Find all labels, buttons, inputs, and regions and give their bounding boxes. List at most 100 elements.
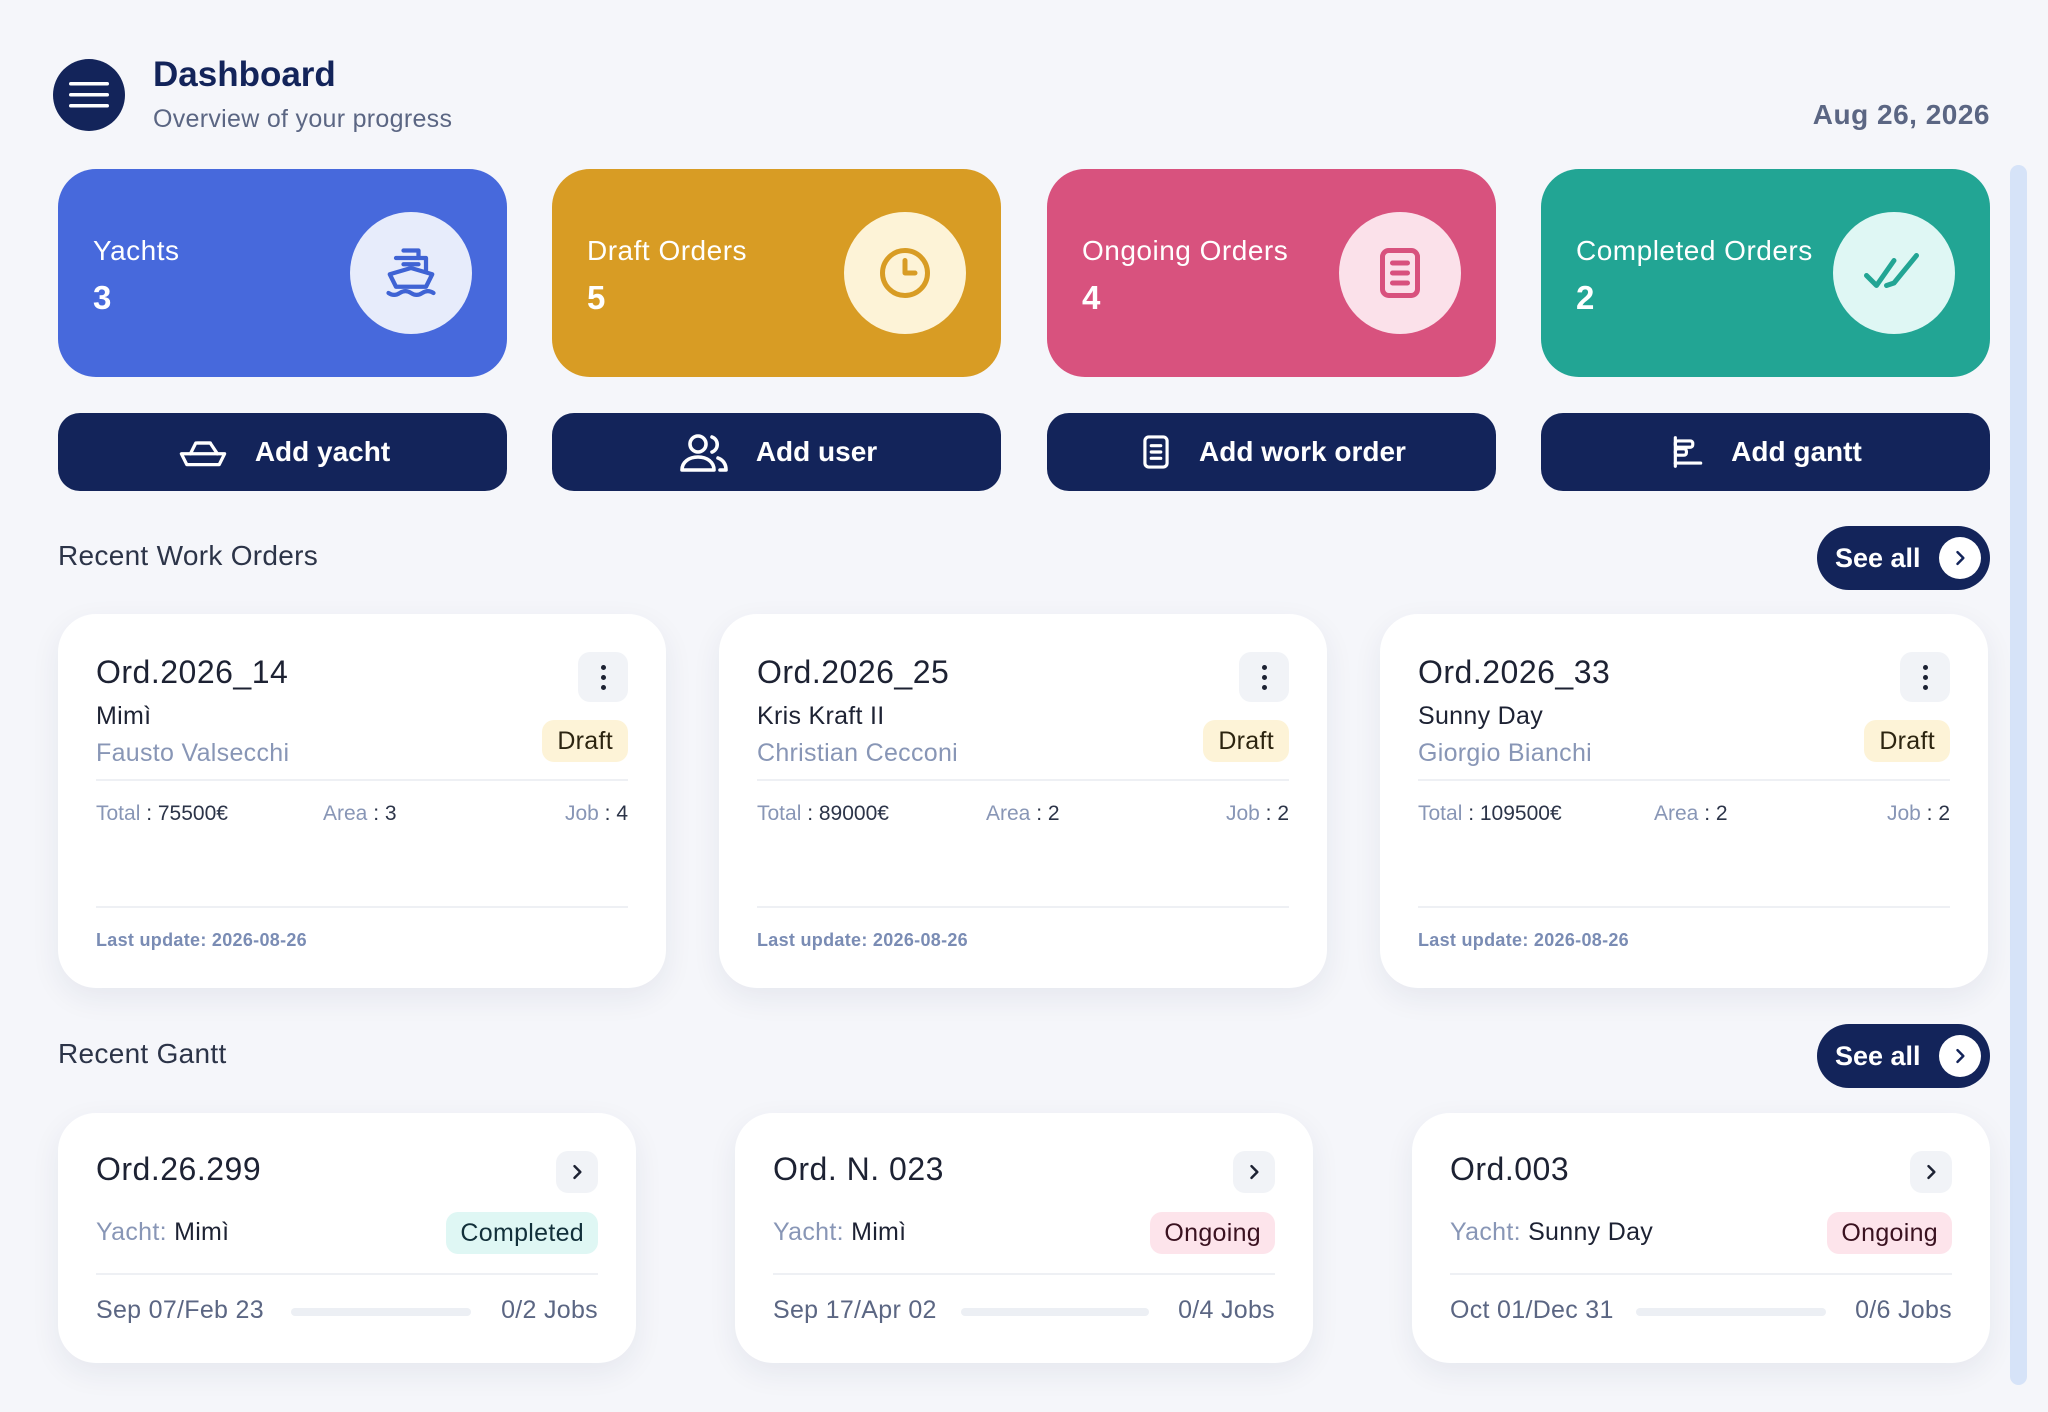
page-subtitle: Overview of your progress [153,105,453,133]
divider [96,779,628,781]
work-order-owner: Christian Cecconi [757,739,959,767]
recent-work-orders-title: Recent Work Orders [58,540,319,571]
more-options-icon[interactable] [1239,652,1289,702]
area-value: 3 [384,802,397,825]
area-label: Area [1654,802,1699,825]
chevron-right-icon [1939,537,1981,579]
gantt-dates: Sep 07/Feb 23 [96,1296,264,1324]
work-order-code: Ord.2026_14 [96,654,289,690]
job-value: 2 [1938,802,1950,825]
last-update: Last update: 2026-08-26 [757,930,968,950]
stat-card-completed-orders[interactable]: Completed Orders 2 [1541,169,1990,377]
job-label: Job [1225,802,1260,825]
work-order-job: Job : 2 [1225,802,1289,825]
menu-button[interactable] [53,59,125,131]
job-value: 4 [616,802,628,825]
gantt-yacht: Yacht: Mimì [96,1218,229,1247]
stat-label: Yachts [93,235,180,266]
stat-value: 2 [1576,279,1595,316]
page-header: Dashboard Overview of your progress Aug … [53,55,1990,135]
gantt-dates: Sep 17/Apr 02 [773,1296,937,1324]
divider [96,906,628,908]
work-order-code: Ord.2026_25 [757,654,950,690]
page-title: Dashboard [153,55,336,94]
job-label: Job [1886,802,1921,825]
work-order-card[interactable]: Ord.2026_14 Mimì Fausto Valsecchi Draft … [58,614,666,988]
stat-card-ongoing-orders[interactable]: Ongoing Orders 4 [1047,169,1496,377]
more-options-icon[interactable] [578,652,628,702]
add-work-order-button[interactable]: Add work order [1047,413,1496,491]
work-order-job: Job : 2 [1886,802,1950,825]
work-order-card[interactable]: Ord.2026_33 Sunny Day Giorgio Bianchi Dr… [1380,614,1988,988]
work-order-yacht: Sunny Day [1418,702,1543,730]
work-order-total: Total : 109500€ [1418,802,1562,825]
stat-value: 5 [587,279,606,316]
work-order-total: Total : 75500€ [96,802,228,825]
last-update: Last update: 2026-08-26 [96,930,307,950]
status-badge: Draft [1203,720,1289,762]
divider [1418,779,1950,781]
work-order-owner: Giorgio Bianchi [1418,739,1593,767]
yacht-label: Yacht: [773,1218,844,1246]
work-order-owner: Fausto Valsecchi [96,739,290,767]
add-user-label: Add user [755,436,878,467]
area-value: 2 [1715,802,1728,825]
divider [757,779,1289,781]
gantt-card[interactable]: Ord. N. 023 Yacht: Mimì Ongoing Sep 17/A… [735,1113,1313,1363]
gantt-dates: Oct 01/Dec 31 [1450,1296,1614,1324]
gantt-code: Ord.003 [1450,1151,1570,1187]
stat-card-draft-orders[interactable]: Draft Orders 5 [552,169,1001,377]
chevron-right-icon [1939,1035,1981,1077]
gantt-card[interactable]: Ord.003 Yacht: Sunny Day Ongoing Oct 01/… [1412,1113,1990,1363]
work-orders-see-all-button[interactable]: See all [1817,526,1990,590]
add-yacht-button[interactable]: Add yacht [58,413,507,491]
total-value: 109500€ [1479,802,1562,825]
see-all-label: See all [1835,542,1921,573]
yacht-value: Sunny Day [1528,1218,1654,1246]
work-order-area: Area : 2 [1654,802,1728,825]
scrollbar[interactable] [2010,165,2027,1385]
users-icon [680,434,728,472]
double-check-icon [1833,212,1955,334]
divider [1418,906,1950,908]
work-order-code: Ord.2026_33 [1418,654,1611,690]
gantt-card[interactable]: Ord.26.299 Yacht: Mimì Completed Sep 07/… [58,1113,636,1363]
area-value: 2 [1047,802,1060,825]
gantt-jobs: 0/2 Jobs [501,1296,598,1324]
clock-icon [844,212,966,334]
chevron-right-icon[interactable] [1910,1151,1952,1193]
hamburger-icon [69,82,109,108]
status-badge: Ongoing [1150,1212,1275,1254]
stat-label: Ongoing Orders [1082,235,1289,266]
stat-value: 4 [1082,279,1101,316]
gantt-see-all-button[interactable]: See all [1817,1024,1990,1088]
work-order-card[interactable]: Ord.2026_25 Kris Kraft II Christian Cecc… [719,614,1327,988]
job-value: 2 [1277,802,1289,825]
yacht-label: Yacht: [96,1218,167,1246]
chevron-right-icon[interactable] [556,1151,598,1193]
divider [773,1273,1275,1275]
more-options-icon[interactable] [1900,652,1950,702]
work-order-area: Area : 3 [323,802,397,825]
status-badge: Completed [446,1212,598,1254]
status-badge: Ongoing [1827,1212,1952,1254]
stat-card-yachts[interactable]: Yachts 3 [58,169,507,377]
add-work-order-label: Add work order [1199,436,1406,467]
work-order-yacht: Mimì [96,702,152,730]
gantt-jobs: 0/6 Jobs [1855,1296,1952,1324]
gantt-icon [1673,436,1703,468]
total-label: Total [757,802,802,825]
see-all-label: See all [1835,1040,1921,1071]
add-user-button[interactable]: Add user [552,413,1001,491]
add-gantt-label: Add gantt [1731,436,1862,467]
work-order-job: Job : 4 [564,802,628,825]
stat-label: Completed Orders [1576,235,1813,266]
gantt-code: Ord. N. 023 [773,1151,944,1187]
chevron-right-icon[interactable] [1233,1151,1275,1193]
total-label: Total [96,802,141,825]
total-value: 89000€ [818,802,889,825]
add-gantt-button[interactable]: Add gantt [1541,413,1990,491]
recent-gantt-title: Recent Gantt [58,1038,227,1069]
status-badge: Draft [542,720,628,762]
work-order-total: Total : 89000€ [757,802,889,825]
